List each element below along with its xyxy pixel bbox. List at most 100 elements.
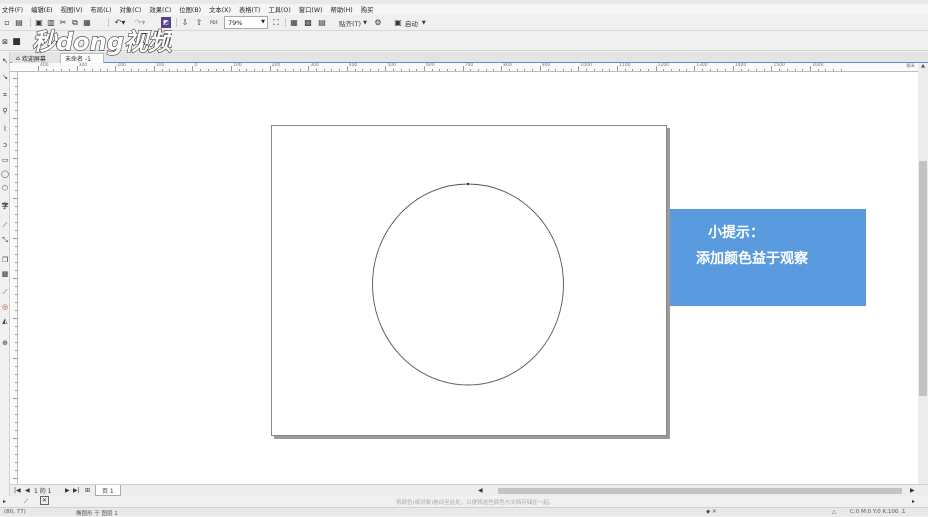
- ruler-tick-label: 700: [464, 63, 474, 68]
- application-launcher[interactable]: ▣ 启动 ▼: [390, 17, 430, 28]
- artistic-media-icon[interactable]: ↄ: [0, 140, 10, 150]
- portrait-icon[interactable]: ■: [12, 36, 21, 47]
- menu-table[interactable]: 表格(T): [239, 5, 260, 14]
- menu-edit[interactable]: 编辑(E): [31, 5, 53, 14]
- palette-options-icon[interactable]: ▸: [912, 497, 915, 506]
- menu-text[interactable]: 文本(X): [209, 5, 231, 14]
- toolbar-divider: [176, 18, 177, 27]
- show-grid-icon[interactable]: ▩: [303, 17, 313, 28]
- interactive-fill-icon[interactable]: ◭: [0, 316, 10, 326]
- ellipse-tool-icon[interactable]: ◯: [0, 169, 10, 179]
- last-page-icon[interactable]: ▶|: [73, 486, 80, 495]
- menu-view[interactable]: 视图(V): [61, 5, 83, 14]
- outline-indicator-icon: △: [832, 509, 837, 515]
- menu-layout[interactable]: 布局(L): [90, 5, 111, 14]
- ruler-minor-tick: [15, 166, 17, 167]
- ruler-major-tick: [578, 66, 580, 71]
- crop-tool-icon[interactable]: ⌗: [0, 90, 10, 100]
- page-size-icon[interactable]: ⊠: [1, 36, 9, 47]
- previous-page-icon[interactable]: ◀: [25, 486, 30, 495]
- ruler-minor-tick: [478, 69, 480, 71]
- scroll-up-arrow-icon[interactable]: ▲: [918, 63, 928, 72]
- ruler-minor-tick: [15, 374, 17, 375]
- transparency-icon[interactable]: ▩: [0, 269, 10, 279]
- polygon-tool-icon[interactable]: ⬡: [0, 183, 10, 193]
- ruler-minor-tick: [562, 69, 564, 71]
- ruler-minor-tick: [277, 69, 279, 71]
- open-folder-icon[interactable]: ▤: [13, 17, 25, 28]
- drawing-page[interactable]: [271, 125, 667, 436]
- vertical-ruler[interactable]: [10, 72, 18, 484]
- menu-effects[interactable]: 效果(C): [149, 5, 171, 14]
- eyedropper-icon[interactable]: ⟋: [0, 287, 10, 297]
- ruler-tick-label: 200: [271, 63, 281, 68]
- no-color-swatch-icon[interactable]: ✕: [40, 496, 49, 505]
- ruler-tick-label: 800: [503, 63, 512, 68]
- menu-bitmaps[interactable]: 位图(B): [179, 5, 201, 14]
- ruler-minor-tick: [15, 326, 17, 327]
- ruler-minor-tick: [15, 174, 17, 175]
- ruler-tick-label: 1000: [580, 63, 592, 68]
- ruler-minor-tick: [13, 358, 17, 359]
- text-tool-icon[interactable]: 字: [0, 201, 10, 211]
- export-icon[interactable]: ⇧: [194, 17, 204, 28]
- palette-arrow-icon[interactable]: ▸: [3, 497, 6, 506]
- tip-callout: 小提示： 添加颜色益于观察: [670, 209, 866, 306]
- eyedropper-small-icon[interactable]: ⟋: [24, 497, 28, 506]
- outline-pen-icon[interactable]: ◎: [0, 302, 10, 312]
- ruler-tick-label: 0: [194, 63, 198, 68]
- ruler-minor-tick: [362, 69, 364, 71]
- horizontal-ruler[interactable]: 毫米 400 300 200 100 0 100 200 300 400 500 600 700 800…: [10, 63, 918, 72]
- zoom-tool-icon[interactable]: ⚲: [0, 106, 10, 116]
- page-tab-1[interactable]: 页 1: [95, 485, 121, 496]
- ruler-minor-tick: [439, 69, 441, 71]
- ruler-unit-label: 毫米: [906, 64, 915, 69]
- ruler-minor-tick: [300, 69, 302, 71]
- ruler-minor-tick: [107, 69, 109, 71]
- show-guidelines-icon[interactable]: ▤: [317, 17, 327, 28]
- ruler-tick-label: 100: [155, 63, 165, 68]
- ruler-tick-label: 500: [387, 63, 396, 68]
- ruler-major-tick: [810, 66, 811, 71]
- snap-to-dropdown[interactable]: 贴齐(T) ▼: [335, 17, 371, 28]
- scroll-left-arrow-icon[interactable]: ◀: [478, 486, 483, 495]
- first-page-icon[interactable]: |◀: [14, 486, 21, 495]
- ruler-minor-tick: [15, 110, 17, 111]
- menu-help[interactable]: 帮助(H): [331, 5, 353, 14]
- shape-tool-icon[interactable]: ↘: [0, 72, 10, 82]
- add-page-icon[interactable]: ⊞: [85, 486, 90, 495]
- ruler-minor-tick: [825, 69, 827, 71]
- ruler-minor-tick: [13, 318, 17, 319]
- rectangle-tool-icon[interactable]: ▭: [0, 155, 10, 165]
- menu-file[interactable]: 文件(F): [2, 5, 23, 14]
- next-page-icon[interactable]: ▶: [65, 486, 70, 495]
- menu-object[interactable]: 对象(C): [119, 5, 141, 14]
- show-rulers-icon[interactable]: ▦: [289, 17, 299, 28]
- menu-window[interactable]: 窗口(W): [299, 5, 323, 14]
- import-icon[interactable]: ⇩: [180, 17, 190, 28]
- ruler-minor-tick: [15, 254, 17, 255]
- ruler-minor-tick: [15, 230, 17, 231]
- ruler-tick-label: 1400: [734, 63, 747, 68]
- scroll-right-arrow-icon[interactable]: ▶: [910, 486, 915, 495]
- zoom-level-select[interactable]: 79% ▼: [224, 16, 268, 29]
- publish-pdf-icon[interactable]: PDF: [208, 17, 220, 28]
- ruler-minor-tick: [15, 86, 17, 87]
- new-document-icon[interactable]: ▫: [2, 17, 12, 28]
- ruler-minor-tick: [686, 69, 688, 71]
- full-screen-icon[interactable]: ⛶: [271, 17, 281, 28]
- parallel-dimension-icon[interactable]: ⟋: [0, 220, 10, 230]
- vertical-scroll-thumb[interactable]: [919, 161, 927, 396]
- ruler-minor-tick: [632, 69, 634, 71]
- add-tool-icon[interactable]: ⊕: [0, 338, 10, 348]
- horizontal-scroll-thumb[interactable]: [498, 488, 902, 494]
- connector-tool-icon[interactable]: ⤡: [0, 235, 10, 245]
- menu-tools[interactable]: 工具(O): [268, 5, 290, 14]
- pick-tool-icon[interactable]: ↖: [0, 56, 10, 66]
- menu-buy[interactable]: 购买: [361, 5, 374, 14]
- vertical-scrollbar[interactable]: ▲: [918, 63, 928, 484]
- ruler-tick-label: 400: [348, 63, 358, 68]
- freehand-tool-icon[interactable]: ⌇: [0, 124, 10, 134]
- options-gear-icon[interactable]: ⚙: [373, 17, 383, 28]
- drop-shadow-icon[interactable]: ❐: [0, 255, 10, 265]
